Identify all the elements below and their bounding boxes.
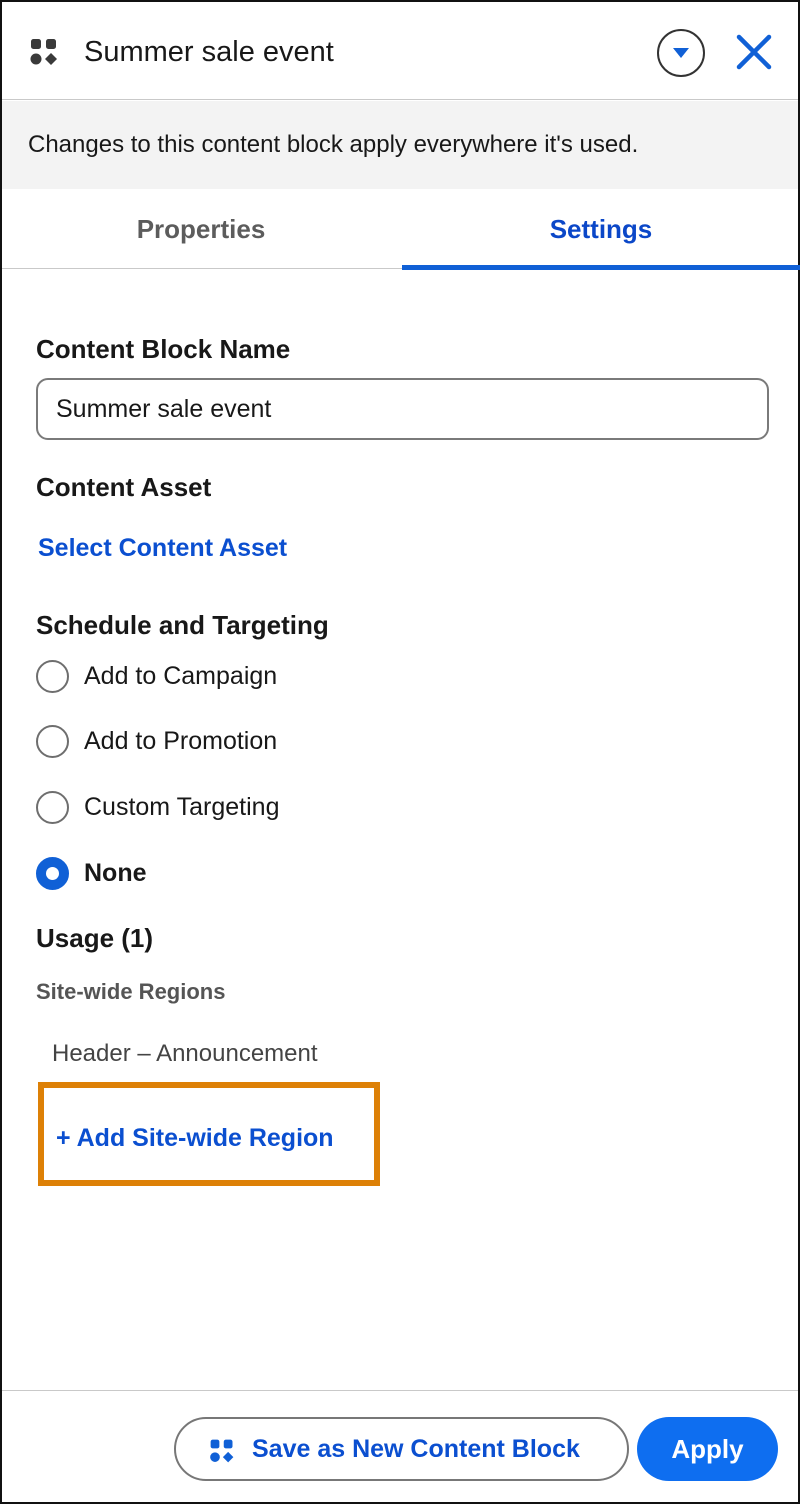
content-block-name-label: Content Block Name	[36, 334, 291, 364]
schedule-targeting-label: Schedule and Targeting	[36, 610, 329, 640]
radio-label: None	[84, 859, 147, 887]
content-block-icon	[210, 1439, 234, 1463]
region-item: Header – Announcement	[52, 1040, 318, 1067]
radio-add-to-campaign[interactable]: Add to Campaign	[36, 660, 536, 694]
info-banner: Changes to this content block apply ever…	[2, 101, 798, 189]
save-as-new-content-block-button[interactable]: Save as New Content Block	[174, 1417, 629, 1481]
tab-settings[interactable]: Settings	[402, 189, 800, 270]
radio-button[interactable]	[36, 725, 69, 758]
panel-header: Summer sale event	[2, 2, 798, 100]
radio-custom-targeting[interactable]: Custom Targeting	[36, 791, 536, 825]
add-site-wide-region-link[interactable]: + Add Site-wide Region	[56, 1124, 334, 1153]
content-block-name-input[interactable]	[36, 378, 769, 440]
radio-button-selected[interactable]	[36, 857, 69, 890]
radio-button[interactable]	[36, 660, 69, 693]
radio-label: Add to Promotion	[84, 727, 278, 755]
radio-button[interactable]	[36, 791, 69, 824]
panel-footer: Save as New Content Block Apply	[2, 1390, 798, 1504]
panel-title: Summer sale event	[84, 36, 334, 68]
content-block-panel: Summer sale event Changes to this conten…	[0, 0, 800, 1504]
site-wide-regions-label: Site-wide Regions	[36, 979, 226, 1004]
options-dropdown-button[interactable]	[657, 29, 705, 77]
content-block-icon	[30, 39, 57, 65]
radio-label: Custom Targeting	[84, 793, 280, 821]
apply-label: Apply	[671, 1434, 744, 1464]
tab-properties[interactable]: Properties	[2, 189, 400, 269]
save-as-new-label: Save as New Content Block	[252, 1435, 580, 1463]
radio-add-to-promotion[interactable]: Add to Promotion	[36, 725, 536, 759]
highlight-box: + Add Site-wide Region	[38, 1082, 380, 1186]
apply-button[interactable]: Apply	[637, 1417, 778, 1481]
banner-text: Changes to this content block apply ever…	[28, 131, 639, 158]
tab-bar: Properties Settings	[2, 189, 800, 270]
usage-label: Usage (1)	[36, 923, 154, 953]
chevron-down-icon	[673, 48, 689, 58]
radio-none[interactable]: None	[36, 857, 536, 891]
select-content-asset-link[interactable]: Select Content Asset	[38, 534, 287, 563]
radio-label: Add to Campaign	[84, 662, 278, 690]
content-asset-label: Content Asset	[36, 472, 212, 502]
close-icon[interactable]	[734, 32, 774, 72]
